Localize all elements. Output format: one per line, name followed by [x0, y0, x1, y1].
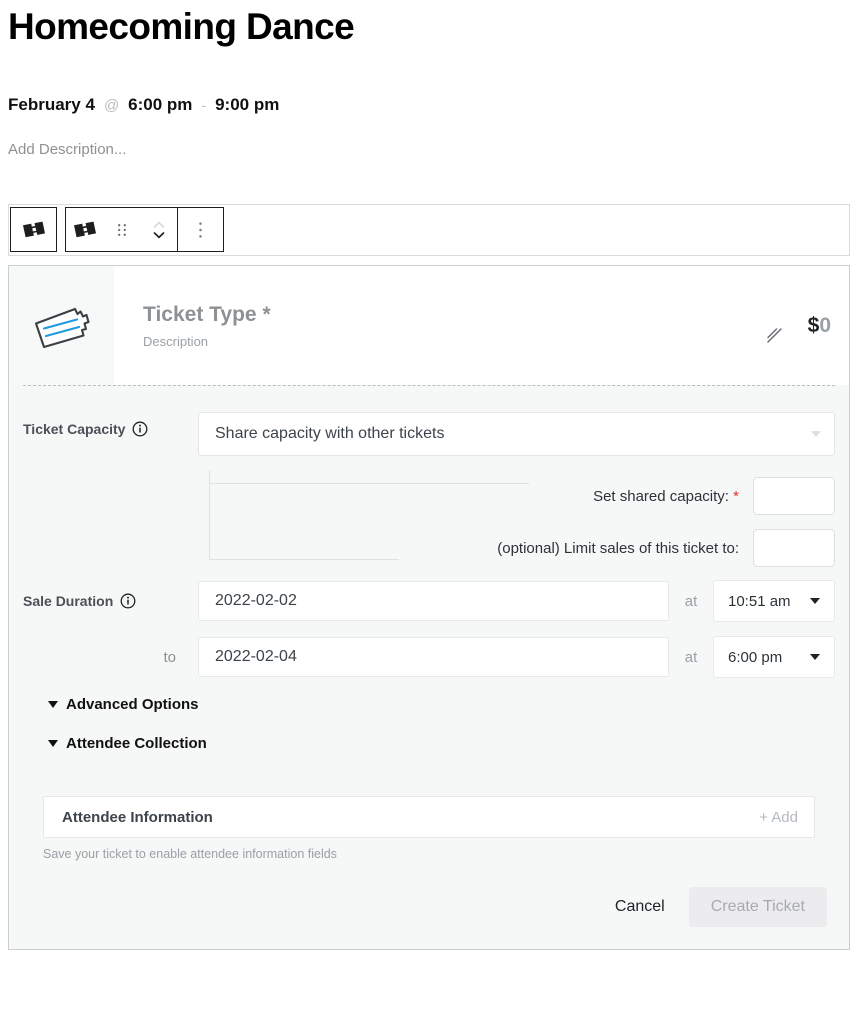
ticket-card-header: Ticket Type * Description $0 — [9, 266, 849, 385]
sale-end-date-input[interactable]: 2022-02-04 — [198, 637, 669, 677]
chevron-down-icon — [810, 654, 820, 660]
ticket-form-card: Ticket Type * Description $0 Ticket Capa… — [8, 265, 850, 950]
sale-start-date-input[interactable]: 2022-02-02 — [198, 581, 669, 621]
sale-start-time-value: 10:51 am — [728, 592, 791, 610]
at-symbol: @ — [103, 96, 120, 114]
price-value: 0 — [819, 313, 831, 337]
block-move-toolbar[interactable] — [65, 207, 179, 252]
chevron-down-icon — [810, 598, 820, 604]
ticket-type-input[interactable]: Ticket Type * — [143, 302, 271, 327]
block-options-toolbar[interactable] — [177, 207, 224, 252]
event-description-input[interactable]: Add Description... — [8, 141, 858, 158]
block-type-button-secondary[interactable] — [66, 208, 104, 251]
attendee-information-note: Save your ticket to enable attendee info… — [43, 847, 337, 861]
ticket-card-footer: Cancel Create Ticket — [9, 861, 849, 949]
attendee-add-button[interactable]: + Add — [759, 809, 798, 826]
limit-sales-row: (optional) Limit sales of this ticket to… — [209, 522, 835, 574]
attendee-information-title: Attendee Information — [62, 808, 213, 826]
ticket-description-input[interactable]: Description — [143, 334, 271, 349]
ticket-icon — [73, 221, 96, 238]
ticket-capacity-selected-value: Share capacity with other tickets — [215, 425, 445, 442]
info-icon[interactable] — [132, 421, 148, 437]
time-range-dash: - — [201, 96, 207, 113]
create-ticket-button[interactable]: Create Ticket — [688, 887, 827, 927]
bracket-tick-bottom — [209, 559, 399, 560]
shared-capacity-label: Set shared capacity: * — [593, 487, 739, 505]
sale-end-time-value: 6:00 pm — [728, 648, 783, 666]
ticket-icon-column — [9, 266, 114, 385]
move-up-down-button[interactable] — [140, 208, 178, 251]
caret-down-icon — [48, 701, 58, 708]
drag-handle-icon — [118, 223, 126, 236]
advanced-options-label: Advanced Options — [66, 696, 199, 713]
event-datetime: February 4 @ 6:00 pm - 9:00 pm — [8, 95, 858, 115]
more-options-vertical-dots-icon — [199, 221, 202, 238]
ticket-capacity-row: Ticket Capacity Share capacity with othe… — [23, 412, 835, 456]
shared-capacity-row: Set shared capacity: * — [209, 470, 835, 522]
sale-duration-group: Sale Duration 2022-02-02 at 10:51 am to … — [23, 580, 835, 678]
chevron-down-icon — [811, 431, 821, 437]
sale-end-time-select[interactable]: 6:00 pm — [713, 636, 835, 678]
drag-handle-button[interactable] — [103, 208, 141, 251]
move-up-down-icon — [153, 221, 165, 238]
info-icon[interactable] — [120, 593, 136, 609]
sale-duration-to-label: to — [163, 648, 176, 666]
ticket-capacity-label-group: Ticket Capacity — [23, 412, 198, 437]
more-options-button[interactable] — [178, 208, 223, 251]
block-type-toolbar[interactable] — [10, 207, 57, 252]
caret-down-icon — [48, 740, 58, 747]
ticket-capacity-label: Ticket Capacity — [23, 421, 126, 437]
limit-sales-input[interactable] — [753, 529, 835, 567]
block-type-button[interactable] — [11, 208, 56, 251]
advanced-options-accordion[interactable]: Advanced Options — [48, 696, 835, 713]
sale-start-time-select[interactable]: 10:51 am — [713, 580, 835, 622]
ticket-card-body: Ticket Capacity Share capacity with othe… — [9, 386, 849, 861]
ticket-capacity-select[interactable]: Share capacity with other tickets — [198, 412, 835, 456]
attendee-collection-accordion[interactable]: Attendee Collection — [48, 735, 835, 752]
ticket-price-input[interactable]: $0 — [808, 314, 831, 338]
event-start-time[interactable]: 6:00 pm — [128, 95, 192, 115]
ticket-price-area: $0 — [764, 266, 831, 385]
sale-start-at-label: at — [684, 592, 698, 610]
shared-capacity-group: Set shared capacity: * (optional) Limit … — [23, 470, 835, 576]
resize-handle-icon[interactable] — [764, 325, 786, 347]
bracket-tick-top — [209, 483, 529, 484]
attendee-information-panel: Attendee Information + Add — [43, 796, 815, 838]
limit-sales-label: (optional) Limit sales of this ticket to… — [497, 539, 739, 557]
price-currency: $ — [807, 313, 820, 337]
event-date[interactable]: February 4 — [8, 95, 95, 115]
page-title: Homecoming Dance — [8, 6, 355, 47]
sale-duration-label: Sale Duration — [23, 593, 114, 609]
sale-end-at-label: at — [684, 648, 698, 666]
sale-duration-label-group: Sale Duration — [23, 593, 198, 609]
cancel-button[interactable]: Cancel — [609, 890, 671, 924]
ticket-tilted-icon — [34, 307, 90, 348]
sale-duration-end-row: to 2022-02-04 at 6:00 pm — [23, 636, 835, 678]
ticket-title-area: Ticket Type * Description $0 — [114, 266, 849, 385]
ticket-icon — [22, 221, 45, 238]
sale-duration-start-row: Sale Duration 2022-02-02 at 10:51 am — [23, 580, 835, 622]
attendee-collection-label: Attendee Collection — [66, 735, 207, 752]
shared-capacity-input[interactable] — [753, 477, 835, 515]
required-asterisk: * — [733, 487, 739, 505]
event-end-time[interactable]: 9:00 pm — [215, 95, 279, 115]
